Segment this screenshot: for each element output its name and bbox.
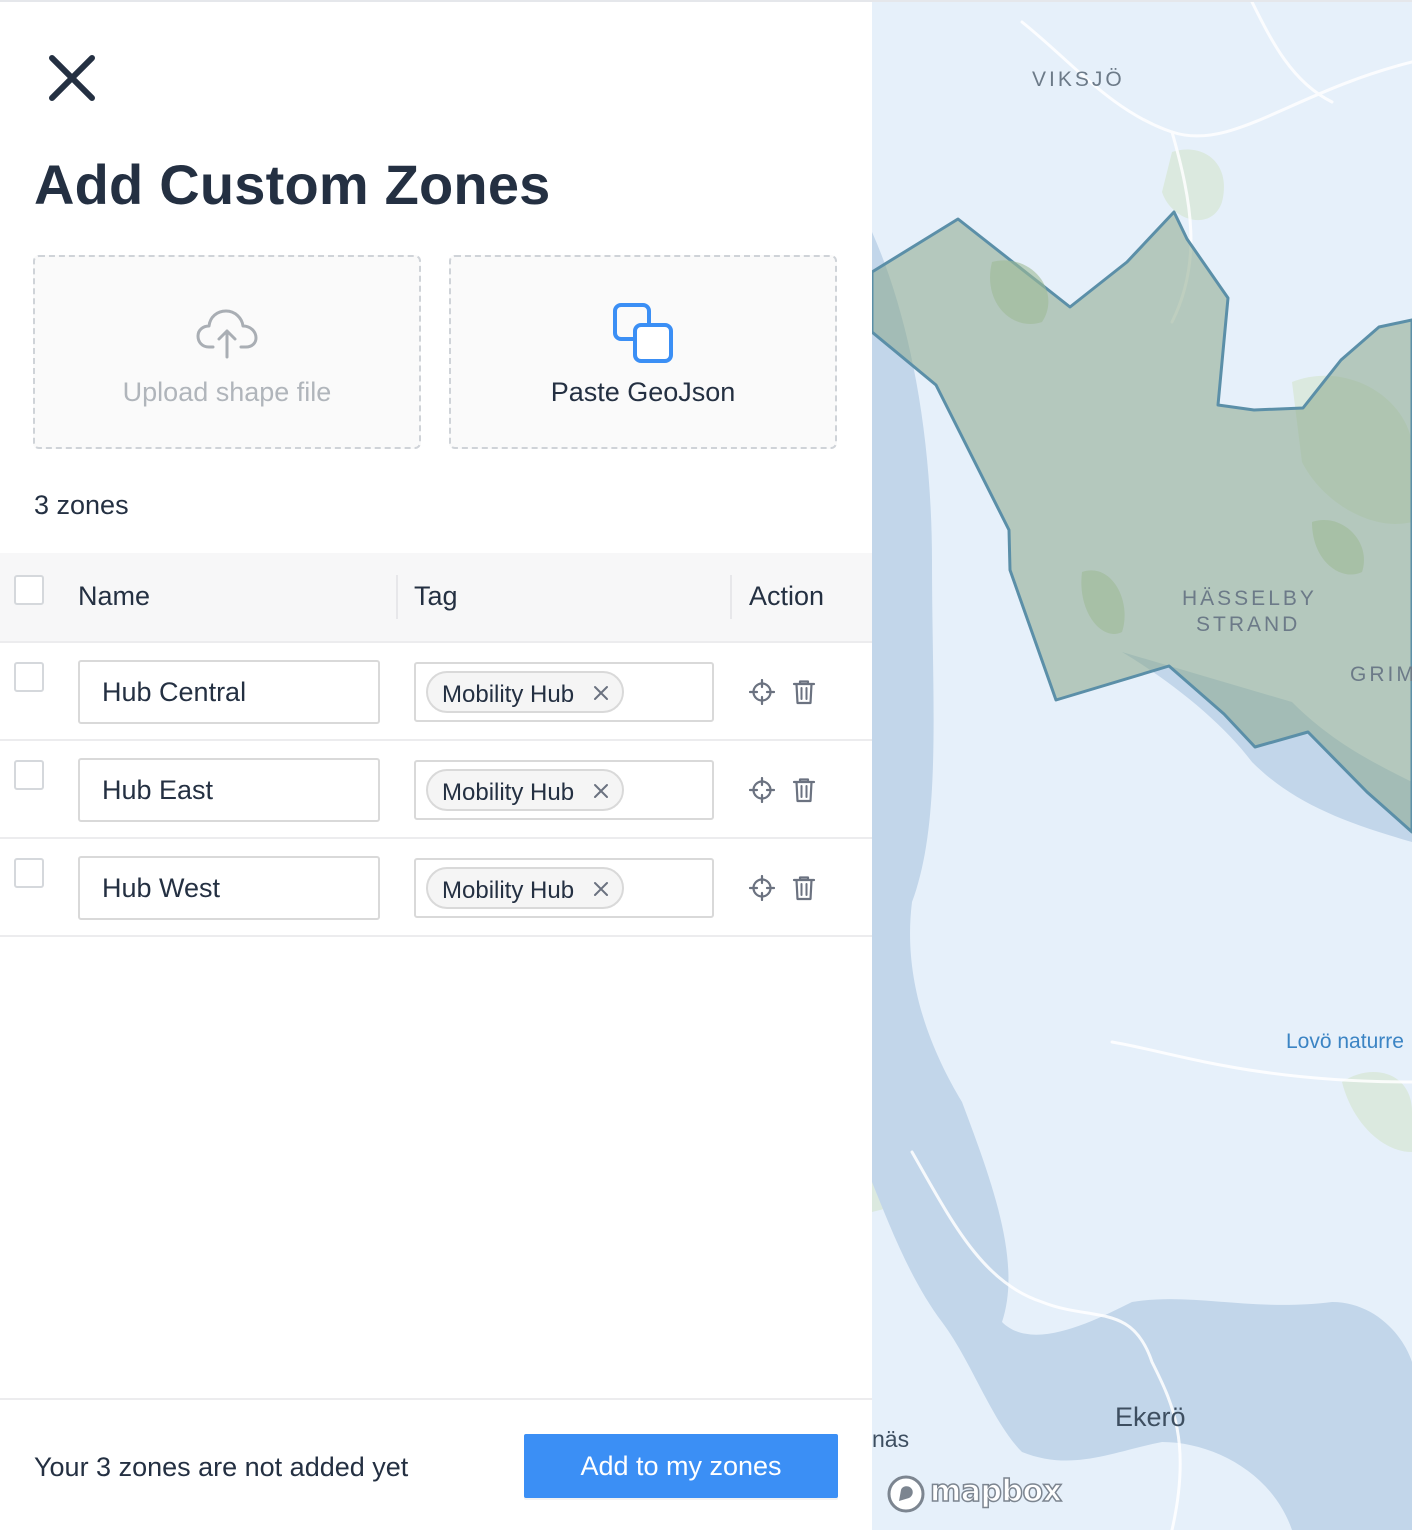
mapbox-wordmark: mapbox [929, 1473, 1062, 1510]
tag-select[interactable]: Mobility Hub [414, 760, 714, 820]
map-label-lovo: Lovö naturre [1286, 1030, 1404, 1053]
tag-chip: Mobility Hub [426, 867, 624, 909]
tag-chip: Mobility Hub [426, 671, 624, 713]
column-divider [730, 575, 732, 619]
map-canvas[interactable] [872, 2, 1412, 1530]
add-zones-panel: Add Custom Zones Upload shape file Paste… [0, 2, 872, 1534]
upload-shape-file-button[interactable]: Upload shape file [33, 255, 421, 449]
table-row: Mobility Hub [0, 741, 872, 839]
map-label-nas: näs [872, 1426, 910, 1452]
select-all-checkbox[interactable] [14, 575, 44, 605]
dialog-footer: Your 3 zones are not added yet Add to my… [0, 1398, 872, 1534]
zone-name-input[interactable] [78, 660, 380, 724]
tag-chip-label: Mobility Hub [442, 779, 575, 806]
trash-icon[interactable] [792, 777, 816, 803]
paste-geojson-label: Paste GeoJson [550, 377, 736, 407]
copy-squares-icon [613, 303, 673, 363]
close-icon [49, 55, 95, 101]
trash-icon[interactable] [792, 679, 816, 705]
tag-remove-icon[interactable] [592, 880, 610, 898]
crosshair-icon[interactable] [749, 875, 775, 901]
column-header-tag: Tag [414, 581, 458, 611]
table-header: Name Tag Action [0, 553, 872, 643]
map-view[interactable]: VIKSJÖ HÄSSELBY STRAND GRIM Lovö naturre… [872, 2, 1412, 1530]
table-row: Mobility Hub [0, 643, 872, 741]
row-checkbox[interactable] [14, 858, 44, 888]
zone-name-input[interactable] [78, 856, 380, 920]
tag-remove-icon[interactable] [592, 782, 610, 800]
tag-select[interactable]: Mobility Hub [414, 858, 714, 918]
zone-name-input[interactable] [78, 758, 380, 822]
crosshair-icon[interactable] [749, 777, 775, 803]
table-row: Mobility Hub [0, 839, 872, 937]
row-checkbox[interactable] [14, 760, 44, 790]
tag-chip-label: Mobility Hub [442, 877, 575, 904]
column-divider [396, 575, 398, 619]
column-header-name: Name [78, 581, 151, 611]
add-to-my-zones-button[interactable]: Add to my zones [524, 1434, 838, 1498]
pending-zones-note: Your 3 zones are not added yet [34, 1452, 409, 1482]
close-button[interactable] [40, 46, 104, 110]
column-header-action: Action [749, 581, 825, 611]
map-label-strand: STRAND [1196, 613, 1301, 636]
trash-icon[interactable] [792, 875, 816, 901]
page-title: Add Custom Zones [34, 153, 551, 216]
tag-select[interactable]: Mobility Hub [414, 662, 714, 722]
upload-shape-file-label: Upload shape file [122, 377, 332, 407]
row-checkbox[interactable] [14, 662, 44, 692]
zones-table: Name Tag Action Mobility Hub [0, 553, 872, 937]
tag-chip-label: Mobility Hub [442, 681, 575, 708]
mapbox-logo-icon [887, 1475, 925, 1513]
map-label-ekero: Ekerö [1115, 1402, 1186, 1432]
mapbox-attribution-logo[interactable]: mapbox [886, 1472, 1063, 1516]
crosshair-icon[interactable] [749, 679, 775, 705]
cloud-upload-icon [196, 309, 258, 359]
tag-remove-icon[interactable] [592, 684, 610, 702]
map-label-hasselby: HÄSSELBY [1182, 587, 1317, 610]
tag-chip: Mobility Hub [426, 769, 624, 811]
paste-geojson-button[interactable]: Paste GeoJson [449, 255, 837, 449]
zone-count: 3 zones [34, 490, 129, 520]
map-label-viksjo: VIKSJÖ [1032, 68, 1125, 91]
map-label-grim: GRIM [1350, 663, 1412, 686]
